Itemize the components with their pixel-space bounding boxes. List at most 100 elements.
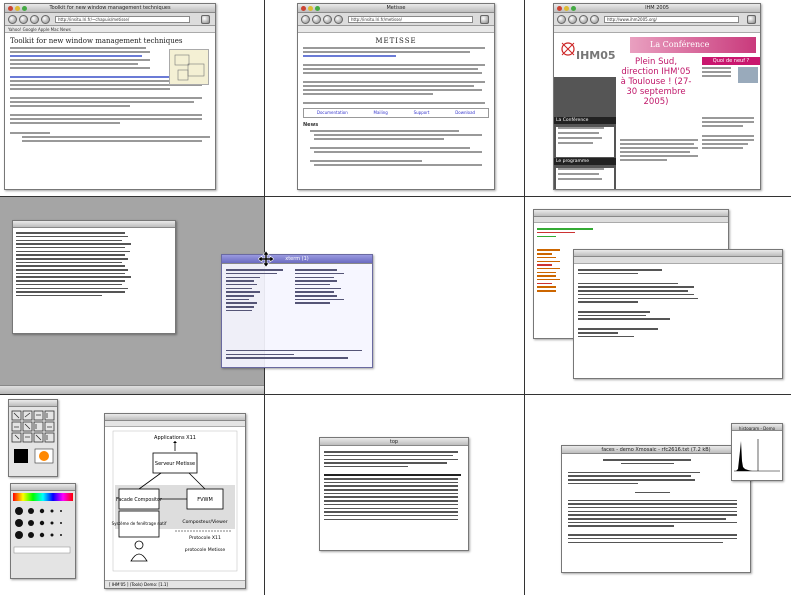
translucent-terminal-window[interactable]: xterm (1)	[221, 254, 373, 368]
brush-palette[interactable]	[10, 483, 76, 579]
page-content: METISSE Documentation Mailing Support Do…	[298, 33, 494, 171]
window-titlebar[interactable]	[574, 250, 782, 257]
news-title: Quoi de neuf ?	[702, 57, 760, 65]
page-content: Toolkit for new window management techni…	[5, 33, 215, 147]
document-window[interactable]: faces - demo Xmosaic - rfc2616.txt (7.2 …	[561, 445, 751, 573]
back-icon[interactable]	[8, 15, 17, 24]
window-titlebar[interactable]: faces - demo Xmosaic - rfc2616.txt (7.2 …	[562, 446, 750, 454]
label-facade-compositor: Facade Compositor	[116, 497, 162, 503]
label-x11-protocol: Protocole X11	[189, 535, 221, 541]
terminal-content	[13, 228, 175, 301]
url-field[interactable]: http://insitu.lri.fr/metisse/	[348, 16, 473, 23]
top-window[interactable]: top	[319, 437, 469, 551]
label-fvwm: FVWM	[197, 497, 213, 503]
terminal-content	[222, 264, 372, 316]
menu-bar[interactable]	[574, 257, 782, 264]
brush-icons[interactable]	[11, 503, 76, 563]
news-panel: Quoi de neuf ?	[702, 57, 760, 167]
zoom-icon[interactable]	[315, 6, 320, 11]
browser-toolbar: http://insitu.lri.fr/metisse/	[298, 13, 494, 26]
forward-icon[interactable]	[19, 15, 28, 24]
zoom-icon[interactable]	[571, 6, 576, 11]
logo-text: IHM05	[576, 49, 616, 62]
cell-diagram: Applications X11 Serveur Metisse Facade …	[0, 395, 264, 595]
color-gradient[interactable]	[13, 493, 73, 501]
news-image	[738, 67, 758, 83]
minimize-icon[interactable]	[308, 6, 313, 11]
window-titlebar[interactable]	[11, 484, 75, 491]
window-titlebar[interactable]: histogram - Demo	[732, 424, 782, 431]
window-title: IHM 2005	[645, 5, 669, 11]
document-content	[562, 454, 750, 548]
browser-toolbar: http://www.ihm2005.org/	[554, 13, 760, 26]
move-cursor-icon	[257, 250, 275, 268]
intro-text	[620, 137, 698, 163]
sidebar-title: La Conférence	[554, 117, 616, 124]
diagram-window[interactable]: Applications X11 Serveur Metisse Facade …	[104, 413, 246, 589]
taskbar[interactable]	[0, 385, 264, 394]
headline: Plein Sud, direction IHM'05 à Toulouse !…	[620, 57, 692, 107]
label-x11-apps: Applications X11	[154, 435, 196, 441]
reload-icon[interactable]	[30, 15, 39, 24]
label-compositor-viewer: Composteur/Viewer	[182, 519, 227, 525]
terminal-window[interactable]	[12, 220, 176, 334]
link-support[interactable]: Support	[414, 110, 430, 116]
search-icon[interactable]	[747, 15, 756, 24]
minimize-icon[interactable]	[15, 6, 20, 11]
reload-icon[interactable]	[579, 15, 588, 24]
close-icon[interactable]	[8, 6, 13, 11]
url-field[interactable]: http://www.ihm2005.org/	[604, 16, 739, 23]
cell-document: faces - demo Xmosaic - rfc2616.txt (7.2 …	[525, 395, 791, 595]
window-titlebar[interactable]	[534, 210, 728, 217]
search-icon[interactable]	[201, 15, 210, 24]
tool-icons[interactable]	[9, 407, 58, 477]
stop-icon[interactable]	[590, 15, 599, 24]
page-title: METISSE	[375, 37, 417, 45]
browser-window[interactable]: Toolkit for new window management techni…	[4, 3, 216, 190]
label-native-system: Système de fenêtrage natif	[112, 521, 167, 526]
ihm-logo: IHM05	[556, 35, 626, 73]
forward-icon[interactable]	[312, 15, 321, 24]
diagram-image	[169, 49, 209, 85]
cell-top-table: top	[265, 395, 524, 595]
back-icon[interactable]	[557, 15, 566, 24]
label-metisse-protocol: protocole Metisse	[185, 547, 226, 553]
link-documentation[interactable]: Documentation	[317, 110, 348, 116]
close-icon[interactable]	[557, 6, 562, 11]
link-mailing[interactable]: Mailing	[374, 110, 388, 116]
minimize-icon[interactable]	[564, 6, 569, 11]
histogram-window[interactable]: histogram - Demo	[731, 423, 783, 481]
reload-icon[interactable]	[323, 15, 332, 24]
banner: La Conférence	[630, 37, 756, 53]
stop-icon[interactable]	[334, 15, 343, 24]
window-titlebar[interactable]	[9, 400, 57, 407]
zoom-icon[interactable]	[22, 6, 27, 11]
window-titlebar[interactable]: Metisse	[298, 4, 494, 13]
bookmarks-bar[interactable]	[554, 26, 760, 33]
forward-icon[interactable]	[568, 15, 577, 24]
window-title: histogram - Demo	[738, 426, 776, 431]
window-title: top	[389, 439, 399, 445]
stop-icon[interactable]	[41, 15, 50, 24]
window-titlebar[interactable]: top	[320, 438, 468, 446]
url-field[interactable]: http://insitu.lri.fr/~chapuis/metisse/	[55, 16, 190, 23]
close-icon[interactable]	[301, 6, 306, 11]
bookmarks-bar[interactable]	[298, 26, 494, 33]
window-titlebar[interactable]: IHM 2005	[554, 4, 760, 13]
window-titlebar[interactable]: xterm (1)	[222, 255, 372, 264]
window-titlebar[interactable]: Toolkit for new window management techni…	[5, 4, 215, 13]
window-titlebar[interactable]	[13, 221, 175, 228]
label-metisse-server: Serveur Metisse	[155, 461, 195, 467]
page-title: Toolkit for new window management techni…	[10, 37, 183, 45]
browser-window[interactable]: IHM 2005 http://www.ihm2005.org/ IHM05 L…	[553, 3, 761, 190]
status-bar: [ IHM'05 ] (Tools) Demo: [1.1]	[105, 580, 245, 588]
back-icon[interactable]	[301, 15, 310, 24]
editor-window-front[interactable]	[573, 249, 783, 379]
sidebar: La Conférence Le programme	[554, 77, 616, 189]
browser-window[interactable]: Metisse http://insitu.lri.fr/metisse/ ME…	[297, 3, 495, 190]
link-download[interactable]: Download	[455, 110, 475, 116]
bookmarks-bar[interactable]: Yahoo! Google Apple Mac News	[5, 26, 215, 33]
tool-palette[interactable]	[8, 399, 58, 477]
window-titlebar[interactable]	[105, 414, 245, 421]
search-icon[interactable]	[480, 15, 489, 24]
